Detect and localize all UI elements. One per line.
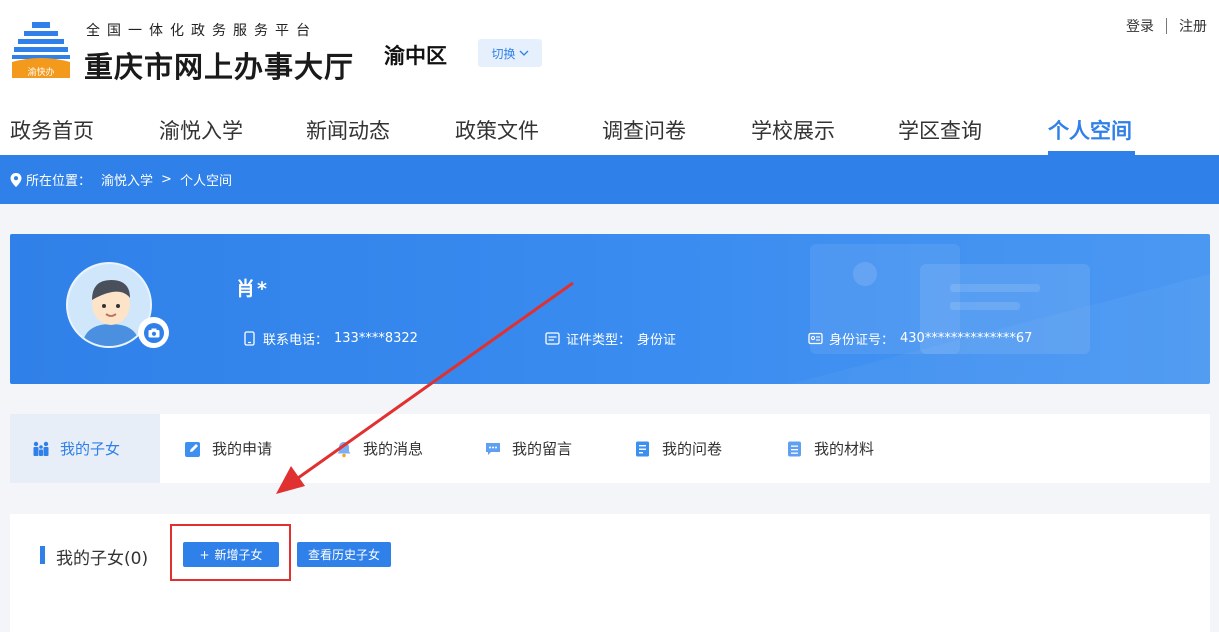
platform-subtitle: 全国一体化政务服务平台 bbox=[86, 23, 317, 39]
profile-name: 肖* bbox=[236, 278, 269, 300]
tab-my-comments[interactable]: 我的留言 bbox=[484, 438, 572, 459]
camera-icon bbox=[143, 322, 164, 343]
section-title: 我的子女(0) bbox=[56, 544, 148, 569]
register-link[interactable]: 注册 bbox=[1179, 16, 1207, 36]
tab-label: 我的申请 bbox=[212, 440, 273, 458]
edit-icon bbox=[185, 441, 200, 457]
id-label: 身份证号： bbox=[829, 333, 895, 348]
auth-links: 登录 注册 bbox=[1126, 16, 1207, 36]
cert-type-label: 证件类型： bbox=[566, 333, 632, 348]
breadcrumb-prefix: 所在位置： bbox=[26, 174, 92, 189]
district-switch-button[interactable]: 切换 bbox=[478, 39, 542, 67]
family-icon bbox=[33, 441, 49, 456]
nav-item-policy[interactable]: 政策文件 bbox=[455, 115, 539, 145]
tab-label: 我的材料 bbox=[814, 440, 875, 458]
tab-my-materials[interactable]: 我的材料 bbox=[786, 438, 874, 459]
nav-item-personal-space[interactable]: 个人空间 bbox=[1048, 115, 1132, 145]
breadcrumb: 所在位置： 渝悦入学 > 个人空间 bbox=[0, 155, 1219, 204]
annotation-highlight-box bbox=[170, 524, 291, 581]
site-title[interactable]: 重庆市网上办事大厅 bbox=[84, 44, 354, 86]
survey-icon bbox=[636, 441, 649, 456]
personal-tabs: 我的子女 我的申请 我的消息 我的留言 我的问卷 我的材料 bbox=[10, 414, 1210, 483]
avatar-camera-button[interactable] bbox=[138, 317, 169, 348]
site-header: 渝快办 全国一体化政务服务平台 重庆市网上办事大厅 渝中区 切换 登录 注册 bbox=[0, 0, 1219, 105]
children-title: 我的子女 bbox=[56, 549, 124, 569]
nav-item-survey[interactable]: 调查问卷 bbox=[602, 115, 686, 145]
history-children-button[interactable]: 查看历史子女 bbox=[297, 542, 391, 567]
tab-label: 我的子女 bbox=[60, 440, 121, 458]
tab-label: 我的问卷 bbox=[662, 440, 723, 458]
profile-card: 肖* 联系电话： 133****8322 证件类型： 身份证 身份证号： 430… bbox=[10, 234, 1210, 384]
main-nav: 政务首页 渝悦入学 新闻动态 政策文件 调查问卷 学校展示 学区查询 个人空间 bbox=[0, 105, 1219, 155]
profile-id-number: 身份证号： 430**************67 bbox=[808, 329, 1032, 348]
nav-item-news[interactable]: 新闻动态 bbox=[306, 115, 390, 145]
tab-label: 我的留言 bbox=[512, 440, 573, 458]
document-icon bbox=[788, 441, 801, 456]
nav-item-enrollment[interactable]: 渝悦入学 bbox=[159, 115, 243, 145]
id-document-icon bbox=[545, 332, 560, 345]
nav-item-home[interactable]: 政务首页 bbox=[10, 115, 94, 145]
tab-my-children[interactable]: 我的子女 bbox=[32, 438, 120, 459]
breadcrumb-separator: > bbox=[161, 172, 172, 187]
breadcrumb-link-enrollment[interactable]: 渝悦入学 bbox=[101, 170, 153, 189]
tab-my-applications[interactable]: 我的申请 bbox=[184, 438, 272, 459]
nav-item-district-query[interactable]: 学区查询 bbox=[898, 115, 982, 145]
profile-cert-type: 证件类型： 身份证 bbox=[545, 329, 676, 348]
profile-background-illustration bbox=[790, 244, 1210, 384]
switch-label: 切换 bbox=[491, 46, 516, 61]
cq-logo-icon[interactable]: 渝快办 bbox=[10, 22, 72, 80]
logo-badge-text: 渝快办 bbox=[27, 66, 54, 78]
children-count: (0) bbox=[124, 549, 149, 569]
auth-divider bbox=[1166, 18, 1167, 34]
tab-label: 我的消息 bbox=[363, 440, 424, 458]
phone-label: 联系电话： bbox=[263, 333, 329, 348]
breadcrumb-current: 个人空间 bbox=[179, 174, 232, 189]
tab-my-messages[interactable]: 我的消息 bbox=[335, 438, 423, 459]
chat-icon bbox=[486, 442, 500, 455]
id-card-icon bbox=[808, 332, 823, 345]
cert-type-value: 身份证 bbox=[637, 333, 677, 348]
phone-value: 133****8322 bbox=[334, 331, 418, 346]
chevron-down-icon bbox=[519, 50, 528, 56]
id-value: 430**************67 bbox=[900, 331, 1033, 346]
district-name: 渝中区 bbox=[384, 44, 447, 68]
phone-icon bbox=[244, 331, 255, 346]
login-link[interactable]: 登录 bbox=[1126, 16, 1154, 36]
profile-phone: 联系电话： 133****8322 bbox=[242, 329, 418, 348]
location-pin-icon bbox=[10, 172, 22, 187]
section-title-bar bbox=[40, 546, 45, 564]
tab-my-surveys[interactable]: 我的问卷 bbox=[634, 438, 722, 459]
bell-icon bbox=[337, 441, 351, 457]
nav-item-schools[interactable]: 学校展示 bbox=[751, 115, 835, 145]
